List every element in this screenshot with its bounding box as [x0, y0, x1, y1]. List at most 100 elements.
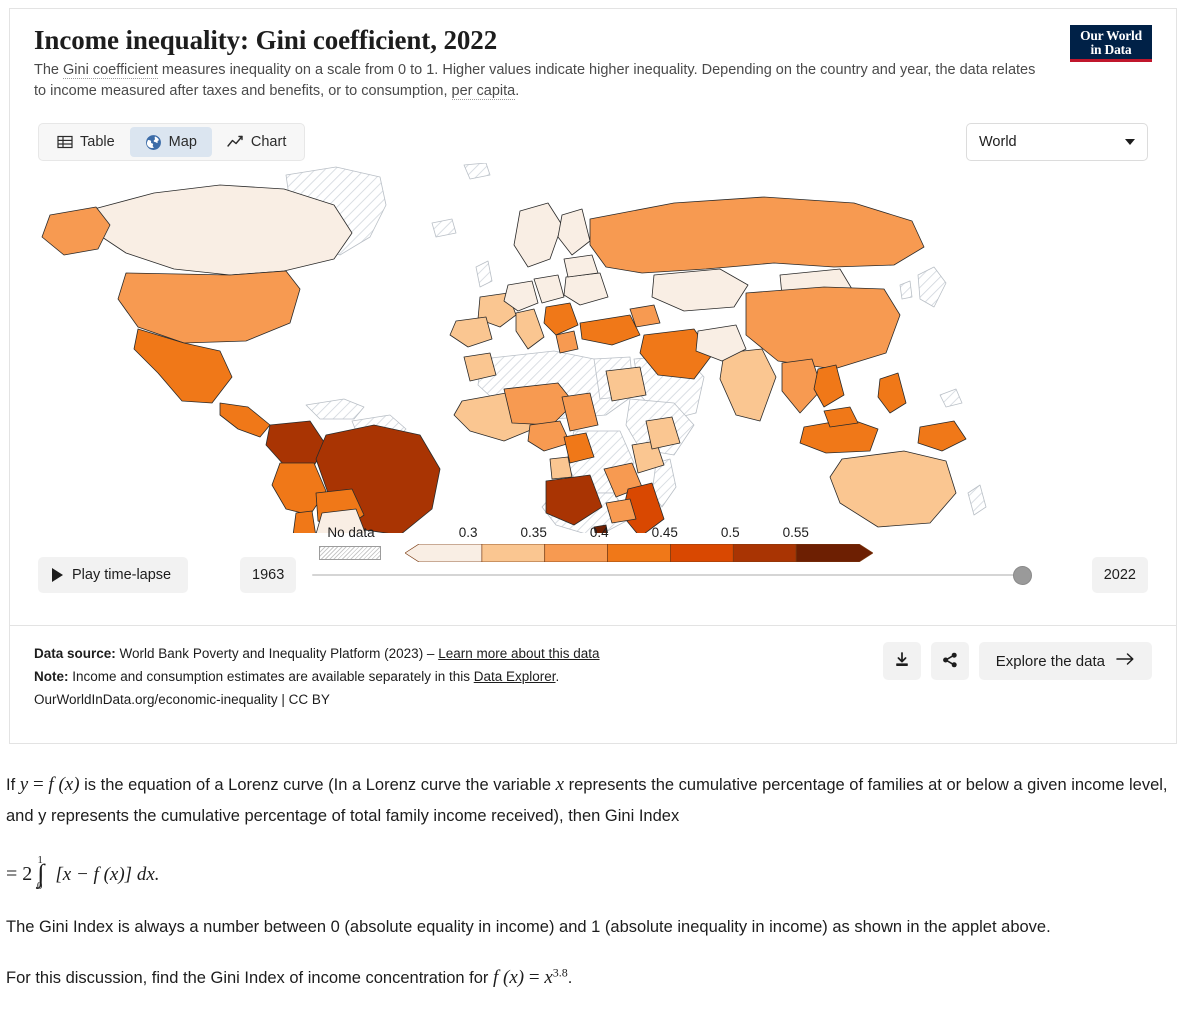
- country-belarus-baltics: [563, 254, 599, 278]
- country-svalbard: [463, 163, 491, 180]
- explore-data-button[interactable]: Explore the data: [978, 642, 1152, 680]
- data-source-text: World Bank Poverty and Inequality Platfo…: [115, 646, 439, 661]
- paragraph-discussion-task: For this discussion, find the Gini Index…: [6, 961, 1188, 995]
- chart-subtitle: The Gini coefficient measures inequality…: [34, 60, 1044, 101]
- tab-table[interactable]: Table: [42, 127, 130, 157]
- line-chart-icon: [227, 134, 244, 150]
- country-kazakhstan: [651, 268, 749, 312]
- discussion-text: If y = f (x) is the equation of a Lorenz…: [6, 768, 1188, 1013]
- country-vietnam: [813, 364, 845, 408]
- view-tab-group: Table Map Chart: [38, 123, 306, 162]
- logo-line-1: Our World: [1080, 28, 1142, 43]
- country-spain: [449, 316, 493, 348]
- math-x: x: [555, 774, 565, 795]
- math-fx: (x): [53, 774, 80, 795]
- play-icon: [52, 568, 63, 583]
- country-united-kingdom: [475, 260, 493, 288]
- country-canada: [93, 184, 353, 276]
- gini-equation: = 2 ∫10[x − f (x)] dx.: [6, 849, 1188, 895]
- logo-line-2: in Data: [1090, 41, 1132, 57]
- per-capita-link[interactable]: per capita: [451, 82, 516, 100]
- entity-select[interactable]: World: [966, 123, 1148, 162]
- no-data-label: No data: [327, 525, 375, 541]
- note-label: Note:: [34, 669, 69, 685]
- country-gabon: [549, 456, 573, 480]
- tab-map[interactable]: Map: [129, 127, 212, 158]
- tab-map-label: Map: [168, 134, 197, 151]
- paragraph-lorenz: If y = f (x) is the equation of a Lorenz…: [6, 768, 1188, 831]
- tab-chart-label: Chart: [250, 134, 287, 151]
- tab-table-label: Table: [80, 134, 115, 151]
- math-fx-2: f (x): [493, 966, 525, 988]
- country-new-zealand: [967, 484, 987, 516]
- chevron-down-icon: [1125, 139, 1135, 146]
- download-button[interactable]: [882, 642, 921, 680]
- owid-chart-card: Our World in Data Income inequality: Gin…: [9, 8, 1177, 744]
- end-year-chip[interactable]: 2022: [1091, 557, 1148, 594]
- country-australia: [829, 450, 957, 528]
- paragraph-gini-range: The Gini Index is always a number betwee…: [6, 918, 1051, 937]
- explore-data-label: Explore the data: [995, 652, 1105, 670]
- integral-upper-limit: 1: [37, 853, 43, 866]
- eq-body: [x − f (x)] dx.: [55, 864, 160, 886]
- country-japan: [917, 266, 947, 308]
- note-tail: .: [555, 669, 560, 685]
- country-nigeria: [527, 420, 571, 452]
- country-norway-sweden: [513, 202, 563, 268]
- time-controls: Play time-lapse 1963 2022: [34, 557, 1152, 594]
- world-map[interactable]: No data 0.3 0.35 0.4 0.45 0.5 0.55: [34, 163, 1154, 563]
- country-greece: [555, 330, 579, 354]
- country-finland: [557, 208, 591, 256]
- learn-more-link[interactable]: Learn more about this data: [438, 646, 599, 661]
- p1-text-b: is the equation of a Lorenz curve (In a …: [79, 776, 556, 794]
- tab-chart[interactable]: Chart: [212, 127, 301, 157]
- legend-tick-1: 0.35: [520, 525, 547, 541]
- table-icon: [57, 134, 73, 150]
- data-explorer-link[interactable]: Data Explorer: [474, 669, 556, 684]
- chart-controls-row: Table Map Chart World: [34, 123, 1152, 162]
- play-timelapse-button[interactable]: Play time-lapse: [38, 557, 189, 594]
- country-korea: [899, 280, 913, 300]
- math-y: y: [19, 774, 29, 795]
- country-papua-new-guinea: [917, 420, 967, 452]
- legend-tick-5: 0.55: [782, 525, 809, 541]
- p1-text-a: If: [6, 776, 20, 794]
- p3-text-a: For this discussion, find the Gini Index…: [6, 968, 493, 987]
- legend-tick-4: 0.5: [720, 525, 740, 541]
- country-italy: [515, 308, 545, 350]
- country-india: [719, 348, 777, 422]
- integral-lower-limit: 0: [36, 880, 43, 893]
- timeline-slider-handle[interactable]: [1013, 566, 1032, 586]
- play-timelapse-label: Play time-lapse: [72, 567, 172, 584]
- entity-select-value: World: [979, 134, 1017, 151]
- math-equals-1: =: [28, 774, 49, 795]
- timeline-slider-track[interactable]: [312, 574, 1026, 577]
- note-text: Income and consumption estimates are ava…: [68, 669, 474, 685]
- share-icon: [941, 651, 959, 672]
- country-iceland: [431, 218, 457, 238]
- license-line: OurWorldInData.org/economic-inequality |…: [34, 692, 330, 708]
- country-balkans: [543, 302, 579, 336]
- legend-tick-0: 0.3: [458, 525, 478, 541]
- country-malaysia: [823, 406, 859, 428]
- country-poland: [533, 274, 565, 304]
- country-egypt: [605, 366, 647, 402]
- country-pacific-nodata: [939, 388, 963, 408]
- chart-footer: Data source: World Bank Poverty and Ineq…: [10, 625, 1176, 743]
- our-world-in-data-logo[interactable]: Our World in Data: [1070, 25, 1152, 62]
- math-x-2: x: [544, 966, 553, 988]
- arrow-right-icon: [1116, 652, 1135, 670]
- share-button[interactable]: [930, 642, 969, 680]
- subtitle-text-1: The: [34, 62, 64, 79]
- eq-prefix: = 2: [6, 863, 33, 886]
- country-philippines: [877, 372, 907, 414]
- world-map-svg[interactable]: [34, 163, 1154, 534]
- gini-coefficient-link[interactable]: Gini coefficient: [63, 62, 158, 80]
- country-ukraine: [563, 272, 609, 306]
- start-year-chip[interactable]: 1963: [240, 557, 297, 594]
- country-russia: [589, 196, 925, 274]
- footer-action-buttons: Explore the data: [882, 642, 1152, 680]
- chart-body: Our World in Data Income inequality: Gin…: [10, 9, 1176, 627]
- subtitle-text-2: measures inequality on a scale from 0 to…: [34, 62, 1036, 99]
- p3-text-end: .: [567, 968, 573, 987]
